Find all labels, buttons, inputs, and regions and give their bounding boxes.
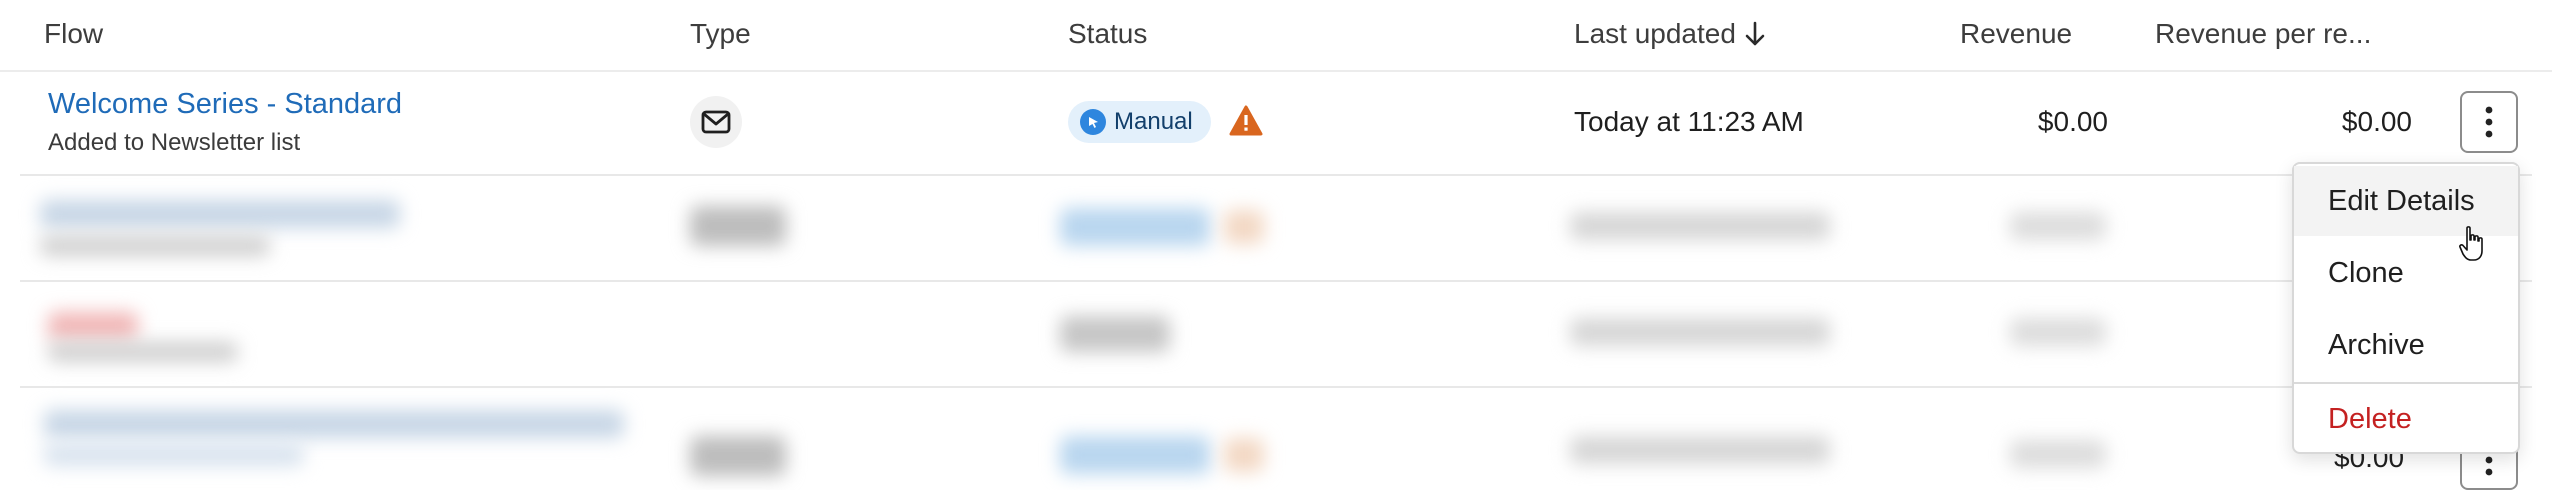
- menu-item-delete[interactable]: Delete: [2294, 384, 2518, 454]
- more-vertical-icon: [2485, 106, 2493, 138]
- cursor-click-icon: [1080, 109, 1106, 135]
- warning-triangle-icon[interactable]: [1228, 104, 1264, 138]
- menu-item-archive[interactable]: Archive: [2294, 310, 2518, 380]
- column-header-last-updated[interactable]: Last updated: [1574, 18, 1766, 50]
- table-row: [20, 70, 2532, 176]
- flow-name-link[interactable]: Welcome Series - Standard: [48, 88, 402, 121]
- status-badge: Manual: [1068, 101, 1211, 143]
- envelope-icon: [701, 110, 731, 134]
- table-row: [20, 280, 2532, 388]
- row-actions-menu: Edit Details Clone Archive Delete: [2292, 162, 2520, 454]
- flow-trigger: Added to Newsletter list: [48, 129, 301, 156]
- column-header-last-updated-label: Last updated: [1574, 18, 1736, 49]
- revenue-value: $0.00: [2037, 106, 2108, 137]
- column-header-status[interactable]: Status: [1068, 18, 1147, 50]
- row-actions-button[interactable]: [2460, 91, 2518, 153]
- last-updated-value: Today at 11:23 AM: [1574, 106, 1804, 137]
- table-header: Flow Type Status Last updated Revenue Re…: [0, 0, 2552, 72]
- table-row: [20, 174, 2532, 282]
- status-label: Manual: [1114, 108, 1193, 135]
- hand-pointer-icon: [2459, 226, 2483, 261]
- revenue-per-recipient-value: $0.00: [2341, 106, 2412, 137]
- column-header-flow[interactable]: Flow: [44, 18, 103, 50]
- arrow-down-icon: [1745, 21, 1765, 46]
- column-header-type[interactable]: Type: [690, 18, 751, 50]
- column-header-revenue[interactable]: Revenue: [1960, 18, 2072, 50]
- column-header-revenue-per-recipient[interactable]: Revenue per re...: [2155, 18, 2371, 50]
- flow-type-indicator: [690, 96, 742, 148]
